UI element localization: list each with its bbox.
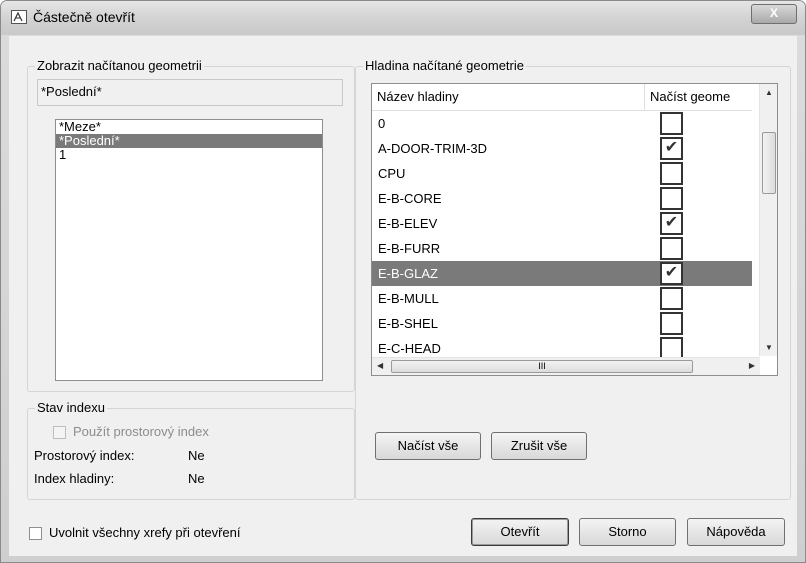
index-status-legend: Stav indexu (35, 400, 107, 415)
close-button[interactable]: X (751, 4, 797, 24)
layer-name: CPU (378, 166, 406, 181)
dialog-client: Zobrazit načítanou geometrii *Poslední* … (9, 36, 797, 556)
layer-table-row[interactable]: A-DOOR-TRIM-3D ✔ (372, 136, 752, 161)
horizontal-scroll-thumb[interactable]: III (391, 360, 693, 373)
layer-table-row[interactable]: E-B-CORE (372, 186, 752, 211)
scroll-right-icon[interactable]: ▶ (749, 361, 755, 370)
load-geometry-checkbox[interactable]: ✔ (660, 137, 683, 160)
layer-name: E-B-ELEV (378, 216, 438, 231)
layer-geometry-legend: Hladina načítané geometrie (363, 58, 526, 73)
layer-name: E-B-CORE (378, 191, 442, 206)
layer-table-row[interactable]: E-B-ELEV ✔ (372, 211, 752, 236)
title-bar[interactable]: Částečně otevřít X (1, 1, 805, 35)
load-geometry-checkbox[interactable] (660, 312, 683, 335)
view-listbox[interactable]: *Meze* *Poslední* 1 (55, 119, 323, 381)
load-geometry-checkbox[interactable]: ✔ (660, 212, 683, 235)
layer-name: E-B-SHEL (378, 316, 438, 331)
layer-name: E-B-GLAZ (378, 266, 438, 281)
view-list-item[interactable]: *Meze* (56, 120, 322, 134)
load-geometry-checkbox[interactable] (660, 237, 683, 260)
scroll-up-icon[interactable]: ▲ (765, 88, 773, 97)
vertical-scroll-thumb[interactable] (762, 132, 776, 194)
scroll-left-icon[interactable]: ◀ (377, 361, 383, 370)
layer-table-row[interactable]: 0 (372, 111, 752, 136)
layer-table-vertical-scrollbar[interactable]: ▲ ▼ (759, 84, 777, 356)
layer-index-label: Index hladiny: (34, 471, 115, 486)
load-geometry-checkbox[interactable] (660, 187, 683, 210)
layer-table-row[interactable]: E-B-SHEL (372, 311, 752, 336)
layer-index-value: Ne (188, 471, 205, 486)
index-status-group: Stav indexu Použít prostorový index Pros… (27, 400, 355, 500)
scroll-down-icon[interactable]: ▼ (765, 343, 773, 352)
layer-table-row[interactable]: CPU (372, 161, 752, 186)
column-header-layer-name[interactable]: Název hladiny (372, 84, 645, 110)
view-geometry-group: Zobrazit načítanou geometrii *Poslední* … (27, 58, 355, 392)
window-title: Částečně otevřít (33, 9, 135, 25)
view-geometry-legend: Zobrazit načítanou geometrii (35, 58, 204, 73)
help-button[interactable]: Nápověda (687, 518, 785, 546)
layer-table-header: Název hladiny Načíst geome (372, 84, 752, 111)
layer-name: E-B-FURR (378, 241, 441, 256)
cancel-button[interactable]: Storno (579, 518, 676, 546)
view-list-item[interactable]: *Poslední* (56, 134, 322, 148)
layer-table-horizontal-scrollbar[interactable]: ◀ III ▶ (372, 357, 760, 375)
load-geometry-checkbox[interactable]: ✔ (660, 262, 683, 285)
spatial-index-value: Ne (188, 448, 205, 463)
use-spatial-index-checkbox[interactable] (53, 426, 66, 439)
spatial-index-label: Prostorový index: (34, 448, 135, 463)
layer-name: A-DOOR-TRIM-3D (378, 141, 488, 156)
layer-name: E-B-MULL (378, 291, 439, 306)
column-header-load-geometry[interactable]: Načíst geome (645, 84, 752, 110)
layer-table-row[interactable]: E-B-GLAZ ✔ (372, 261, 752, 286)
unload-xrefs-label[interactable]: Uvolnit všechny xrefy při otevření (49, 525, 240, 540)
load-geometry-checkbox[interactable] (660, 287, 683, 310)
layer-table: Název hladiny Načíst geome 0 A-DOOR-TRIM-… (371, 83, 778, 376)
view-list-item[interactable]: 1 (56, 148, 322, 162)
load-all-button[interactable]: Načíst vše (375, 432, 481, 460)
current-view-field: *Poslední* (37, 79, 343, 106)
layer-table-row[interactable]: E-B-MULL (372, 286, 752, 311)
layer-table-row[interactable]: E-B-FURR (372, 236, 752, 261)
load-geometry-checkbox[interactable] (660, 162, 683, 185)
clear-all-button[interactable]: Zrušit vše (491, 432, 587, 460)
open-button[interactable]: Otevřít (471, 518, 569, 546)
autocad-drawing-icon (11, 10, 27, 24)
layer-name: 0 (378, 116, 386, 131)
use-spatial-index-label: Použít prostorový index (73, 424, 209, 439)
unload-xrefs-checkbox[interactable] (29, 527, 42, 540)
partial-open-dialog: Částečně otevřít X Zobrazit načítanou ge… (0, 0, 806, 563)
load-geometry-checkbox[interactable] (660, 112, 683, 135)
